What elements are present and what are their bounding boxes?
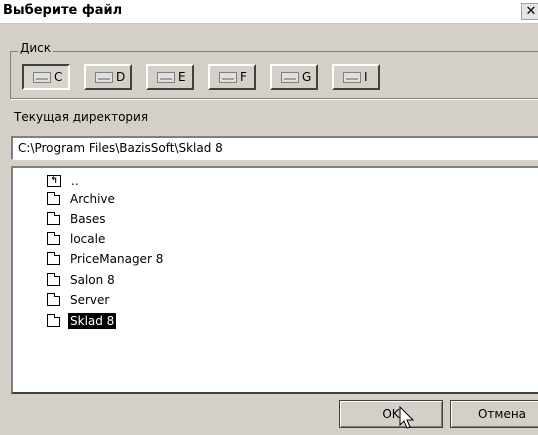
list-item-server[interactable]: Server	[47, 291, 111, 309]
list-item-label: Archive	[70, 192, 115, 206]
drive-button-d[interactable]: D	[84, 64, 132, 90]
list-item-label: ..	[71, 174, 79, 188]
close-button[interactable]: ✕	[521, 3, 538, 20]
drive-label: D	[116, 70, 126, 84]
drive-button-c[interactable]: C	[22, 64, 70, 90]
drive-group-legend: Диск	[18, 41, 54, 55]
drive-label: I	[364, 70, 368, 84]
list-item-parent[interactable]: ↰ ..	[47, 172, 81, 190]
list-item-label: PriceManager 8	[70, 252, 164, 266]
list-item-locale[interactable]: locale	[47, 230, 107, 248]
list-item-label: Sklad 8	[68, 313, 117, 329]
up-folder-icon: ↰	[47, 175, 61, 187]
folder-icon	[47, 314, 60, 327]
cancel-button[interactable]: Отмена	[450, 400, 538, 428]
folder-icon	[47, 293, 60, 306]
drive-icon	[157, 71, 175, 83]
folder-list[interactable]: ↰ .. Archive Bases locale PriceManager 8…	[11, 166, 538, 394]
list-item-archive[interactable]: Archive	[47, 190, 117, 208]
drive-icon	[281, 71, 299, 83]
drive-label: E	[178, 70, 186, 84]
drive-button-e[interactable]: E	[146, 64, 194, 90]
mouse-cursor-icon	[399, 406, 415, 429]
drive-label: G	[302, 70, 312, 84]
list-item-label: Salon 8	[70, 273, 115, 287]
list-item-salon[interactable]: Salon 8	[47, 271, 117, 289]
current-directory-field[interactable]: C:\Program Files\BazisSoft\Sklad 8	[11, 136, 538, 160]
folder-icon	[47, 212, 60, 225]
current-directory-label: Текущая директория	[14, 110, 149, 124]
list-item-label: Server	[70, 293, 110, 307]
folder-icon	[47, 192, 60, 205]
list-item-sklad[interactable]: Sklad 8	[47, 312, 117, 330]
drive-button-i[interactable]: I	[332, 64, 380, 90]
drive-icon	[343, 71, 361, 83]
drive-button-g[interactable]: G	[270, 64, 318, 90]
list-item-label: Bases	[70, 212, 106, 226]
list-item-bases[interactable]: Bases	[47, 210, 107, 228]
folder-icon	[47, 232, 60, 245]
drive-icon	[33, 71, 51, 83]
folder-icon	[47, 273, 60, 286]
title-bar: Выберите файл ✕	[0, 0, 538, 24]
window-title: Выберите файл	[3, 3, 123, 18]
list-item-label: locale	[70, 232, 106, 246]
folder-icon	[47, 252, 60, 265]
drive-label: F	[240, 70, 247, 84]
ok-button[interactable]: OK	[339, 400, 443, 428]
drive-icon	[95, 71, 113, 83]
drive-button-f[interactable]: F	[208, 64, 256, 90]
drive-label: C	[54, 70, 63, 84]
list-item-pricemanager[interactable]: PriceManager 8	[47, 250, 165, 268]
drive-icon	[219, 71, 237, 83]
